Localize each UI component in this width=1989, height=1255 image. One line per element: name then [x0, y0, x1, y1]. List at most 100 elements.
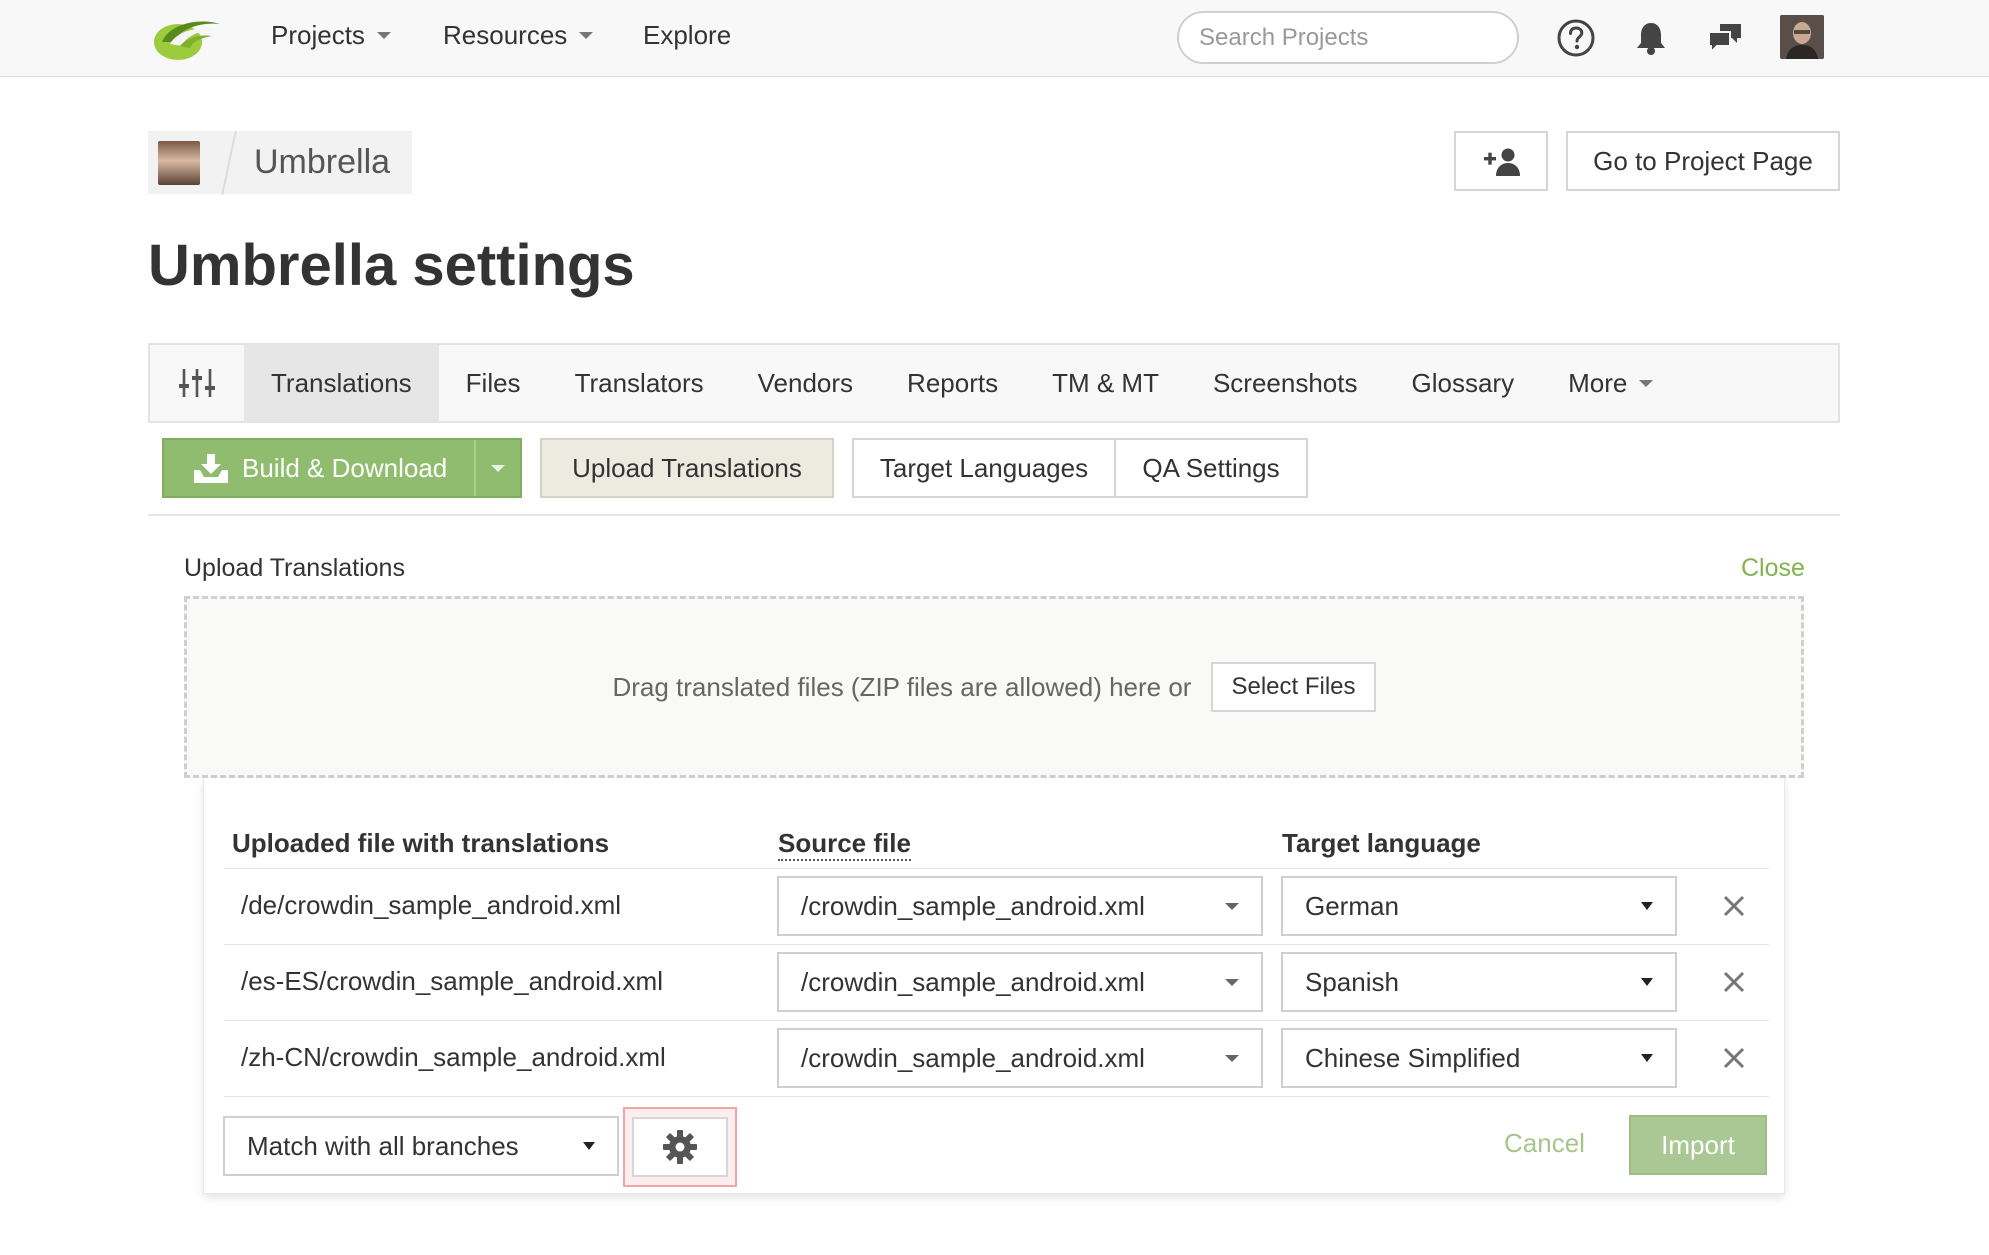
- nav-projects-label: Projects: [271, 20, 365, 50]
- row-divider: [224, 868, 1769, 869]
- target-languages-label: Target Languages: [879, 452, 1089, 483]
- chevron-down-icon: [1225, 1054, 1239, 1062]
- tab-label: Vendors: [757, 367, 854, 398]
- tab-label: Translators: [574, 367, 704, 398]
- cancel-link[interactable]: Cancel: [1504, 1128, 1585, 1159]
- select-files-button[interactable]: Select Files: [1211, 662, 1376, 712]
- settings-gear-button[interactable]: [632, 1117, 728, 1177]
- row-divider: [224, 1096, 1769, 1097]
- tab-general[interactable]: [150, 345, 244, 421]
- chevron-down-icon: [491, 464, 505, 472]
- build-download-main[interactable]: Build & Download: [164, 440, 474, 496]
- chevron-down-icon: [376, 32, 391, 39]
- gear-button-highlight: [623, 1107, 737, 1187]
- dropdown-arrow-icon: [583, 1142, 595, 1150]
- dropdown-arrow-icon: [1641, 902, 1653, 910]
- project-name[interactable]: Umbrella: [254, 143, 390, 182]
- remove-row-button[interactable]: [1714, 962, 1754, 1002]
- go-to-project-button[interactable]: Go to Project Page: [1566, 131, 1840, 191]
- dropdown-arrow-icon: [1641, 978, 1653, 986]
- dropzone-text: Drag translated files (ZIP files are all…: [612, 671, 1192, 702]
- import-button[interactable]: Import: [1629, 1115, 1767, 1175]
- search-box: [1177, 11, 1519, 64]
- page-title: Umbrella settings: [148, 233, 635, 298]
- close-icon: [1723, 971, 1745, 993]
- source-file-select[interactable]: /crowdin_sample_android.xml: [777, 876, 1263, 936]
- source-file-value: /crowdin_sample_android.xml: [801, 966, 1145, 997]
- tab-label: Screenshots: [1212, 367, 1358, 398]
- user-avatar[interactable]: [1780, 15, 1824, 59]
- tab-glossary[interactable]: Glossary: [1385, 345, 1542, 421]
- build-download-button[interactable]: Build & Download: [162, 438, 522, 498]
- bell-icon[interactable]: [1630, 17, 1672, 59]
- chevron-down-icon: [1225, 902, 1239, 910]
- dropdown-arrow-icon: [1641, 1054, 1653, 1062]
- qa-settings-button[interactable]: QA Settings: [1114, 438, 1308, 498]
- tab-files[interactable]: Files: [439, 345, 548, 421]
- target-language-select[interactable]: Chinese Simplified: [1281, 1028, 1677, 1088]
- target-language-value: German: [1305, 890, 1399, 921]
- column-header-source[interactable]: Source file: [778, 828, 911, 861]
- tab-screenshots[interactable]: Screenshots: [1186, 345, 1385, 421]
- gear-icon: [663, 1130, 697, 1164]
- sliders-icon: [179, 369, 215, 397]
- build-download-dropdown[interactable]: [474, 440, 520, 496]
- add-member-button[interactable]: [1454, 131, 1548, 191]
- qa-settings-label: QA Settings: [1142, 452, 1280, 483]
- branch-match-select[interactable]: Match with all branches: [223, 1116, 619, 1176]
- tab-translators[interactable]: Translators: [548, 345, 731, 421]
- help-icon[interactable]: [1555, 17, 1597, 59]
- top-navbar: Projects Resources Explore: [0, 0, 1989, 77]
- remove-row-button[interactable]: [1714, 1038, 1754, 1078]
- remove-row-button[interactable]: [1714, 886, 1754, 926]
- row-divider: [224, 944, 1769, 945]
- close-icon: [1723, 895, 1745, 917]
- tab-label: Translations: [271, 367, 412, 398]
- uploaded-file-path: /de/crowdin_sample_android.xml: [241, 890, 622, 920]
- source-file-select[interactable]: /crowdin_sample_android.xml: [777, 952, 1263, 1012]
- tab-label: Reports: [907, 367, 999, 398]
- uploaded-file-path: /es-ES/crowdin_sample_android.xml: [241, 966, 663, 996]
- tab-label: More: [1568, 367, 1628, 398]
- column-header-uploaded: Uploaded file with translations: [232, 828, 610, 858]
- nav-projects[interactable]: Projects: [271, 20, 391, 51]
- nav-resources[interactable]: Resources: [443, 20, 594, 51]
- source-file-select[interactable]: /crowdin_sample_android.xml: [777, 1028, 1263, 1088]
- uploaded-files-panel: Uploaded file with translations Source f…: [203, 778, 1785, 1194]
- file-dropzone[interactable]: Drag translated files (ZIP files are all…: [184, 596, 1804, 778]
- tab-label: TM & MT: [1052, 367, 1159, 398]
- breadcrumb: Umbrella: [148, 130, 412, 195]
- upload-translations-button[interactable]: Upload Translations: [540, 438, 834, 498]
- nav-explore[interactable]: Explore: [643, 20, 731, 51]
- column-header-target: Target language: [1282, 828, 1481, 858]
- tab-reports[interactable]: Reports: [880, 345, 1025, 421]
- settings-tabs: Translations Files Translators Vendors R…: [148, 343, 1840, 423]
- nav-explore-label: Explore: [643, 20, 732, 50]
- project-avatar[interactable]: [158, 140, 200, 185]
- import-label: Import: [1661, 1129, 1735, 1160]
- close-icon: [1723, 1047, 1745, 1069]
- target-language-value: Chinese Simplified: [1305, 1042, 1521, 1073]
- upload-translations-label: Upload Translations: [572, 452, 802, 483]
- row-divider: [224, 1020, 1769, 1021]
- go-to-project-label: Go to Project Page: [1593, 145, 1813, 176]
- tab-more[interactable]: More: [1541, 345, 1680, 421]
- chevron-down-icon: [1225, 978, 1239, 986]
- tab-label: Files: [465, 367, 521, 398]
- tab-translations[interactable]: Translations: [244, 345, 439, 421]
- tab-tm-mt[interactable]: TM & MT: [1025, 345, 1186, 421]
- close-link[interactable]: Close: [1741, 554, 1805, 583]
- uploaded-file-path: /zh-CN/crowdin_sample_android.xml: [241, 1042, 666, 1072]
- search-input[interactable]: [1199, 23, 1509, 52]
- upload-panel-title: Upload Translations: [184, 554, 405, 582]
- target-language-select[interactable]: Spanish: [1281, 952, 1677, 1012]
- target-language-select[interactable]: German: [1281, 876, 1677, 936]
- target-language-value: Spanish: [1305, 966, 1399, 997]
- branch-match-value: Match with all branches: [247, 1130, 519, 1161]
- chat-icon[interactable]: [1704, 17, 1746, 59]
- tab-label: Glossary: [1411, 367, 1515, 398]
- target-languages-button[interactable]: Target Languages: [852, 438, 1116, 498]
- crowdin-logo[interactable]: [152, 14, 222, 62]
- tab-vendors[interactable]: Vendors: [731, 345, 880, 421]
- download-icon: [194, 454, 228, 483]
